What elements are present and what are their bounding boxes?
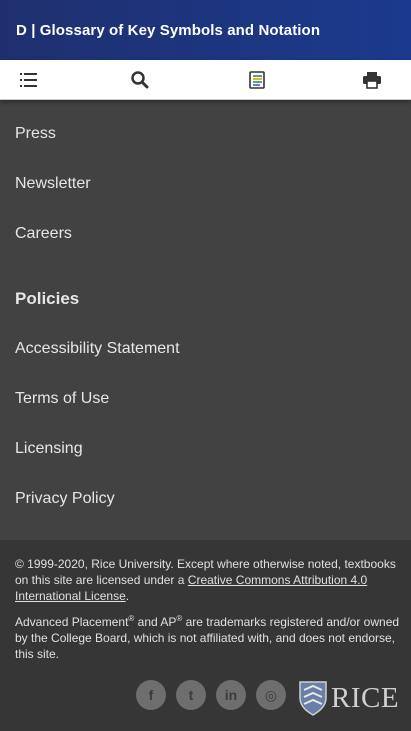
print-icon[interactable] [360,68,384,92]
rice-shield-icon [299,681,327,716]
instagram-icon[interactable]: ◎ [256,680,286,710]
instagram-glyph: ◎ [264,686,278,703]
page-title: D | Glossary of Key Symbols and Notation [16,22,321,39]
rice-university-logo[interactable]: RICE [298,680,399,716]
trademark-text-2: and AP [134,615,177,629]
trademark-text-1: Advanced Placement [15,615,129,629]
link-newsletter[interactable]: Newsletter [15,175,91,193]
link-careers[interactable]: Careers [15,225,72,243]
link-licensing[interactable]: Licensing [15,440,83,458]
facebook-icon[interactable]: f [136,680,166,710]
facebook-glyph: f [148,687,154,703]
link-terms-of-use[interactable]: Terms of Use [15,390,109,408]
copyright-period: . [125,589,130,603]
link-press[interactable]: Press [15,125,56,143]
table-of-contents-icon[interactable] [17,68,41,92]
copyright-notice: © 1999-2020, Rice University. Except whe… [15,556,400,604]
policies-heading: Policies [15,289,80,308]
linkedin-glyph: in [224,687,238,703]
rice-wordmark: RICE [331,681,400,714]
twitter-glyph: t [188,687,194,703]
legal-footer: © 1999-2020, Rice University. Except whe… [0,540,411,731]
highlights-notebook-icon[interactable] [245,68,269,92]
linkedin-icon[interactable]: in [216,680,246,710]
page-header: D | Glossary of Key Symbols and Notation [0,0,411,60]
twitter-icon[interactable]: t [176,680,206,710]
link-accessibility-statement[interactable]: Accessibility Statement [15,340,180,358]
trademark-notice: Advanced Placement® and AP® are trademar… [15,614,400,662]
footer-links-section: Press Newsletter Careers Policies Access… [0,100,411,540]
toolbar [0,60,411,100]
search-icon[interactable] [128,68,152,92]
link-privacy-policy[interactable]: Privacy Policy [15,490,115,508]
